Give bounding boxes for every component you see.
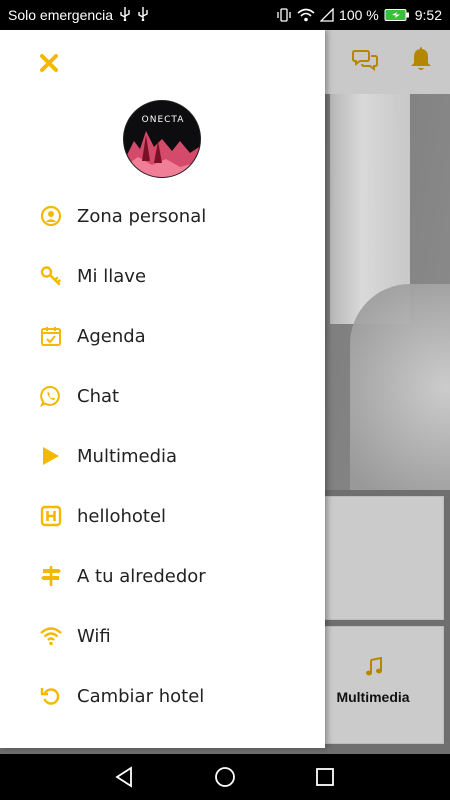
play-icon bbox=[40, 445, 62, 467]
status-bar: Solo emergencia 100 % 9:52 bbox=[0, 0, 450, 30]
hero-bed-shape bbox=[350, 284, 450, 490]
hotel-h-icon bbox=[40, 505, 62, 527]
chat-bubbles-icon[interactable] bbox=[352, 48, 378, 77]
menu-item-label: Cambiar hotel bbox=[77, 686, 205, 707]
menu-item-label: hellohotel bbox=[77, 506, 167, 527]
status-right: 100 % 9:52 bbox=[276, 7, 442, 23]
system-nav-bar bbox=[0, 754, 450, 800]
menu-item-label: Multimedia bbox=[77, 446, 178, 467]
calendar-check-icon bbox=[40, 325, 62, 347]
battery-percent: 100 % bbox=[339, 7, 379, 23]
menu-item-agenda[interactable]: Agenda bbox=[0, 306, 325, 366]
back-icon[interactable] bbox=[114, 766, 136, 793]
menu-item-multimedia[interactable]: Multimedia bbox=[0, 426, 325, 486]
user-circle-icon bbox=[40, 205, 62, 227]
home-icon[interactable] bbox=[214, 766, 236, 793]
recent-apps-icon[interactable] bbox=[314, 766, 336, 793]
close-icon[interactable] bbox=[38, 52, 60, 74]
menu-item-label: Zona personal bbox=[77, 206, 207, 227]
battery-icon bbox=[384, 8, 410, 22]
menu-item-a-tu-alrededor[interactable]: A tu alrededor bbox=[0, 546, 325, 606]
menu-item-hellohotel[interactable]: hellohotel bbox=[0, 486, 325, 546]
menu-item-label: Mi llave bbox=[77, 266, 147, 287]
bell-icon[interactable] bbox=[408, 45, 434, 78]
menu-item-cambiar-hotel[interactable]: Cambiar hotel bbox=[0, 666, 325, 726]
wifi-status-icon bbox=[297, 8, 315, 22]
usb-icon bbox=[119, 6, 131, 24]
usb-icon bbox=[137, 6, 149, 24]
status-left: Solo emergencia bbox=[8, 6, 149, 24]
drawer-menu: Zona personal Mi llave Agenda Chat Multi… bbox=[0, 186, 325, 726]
menu-item-wifi[interactable]: Wifi bbox=[0, 606, 325, 666]
menu-item-label: Chat bbox=[77, 386, 120, 407]
navigation-drawer: ONECTA Zona personal Mi llave Agenda Cha… bbox=[0, 30, 325, 748]
clock: 9:52 bbox=[414, 7, 442, 23]
carrier-text: Solo emergencia bbox=[8, 7, 114, 23]
signal-icon bbox=[320, 8, 334, 22]
key-icon bbox=[40, 265, 62, 287]
menu-item-label: A tu alrededor bbox=[77, 566, 206, 587]
music-note-icon bbox=[365, 656, 383, 682]
menu-item-label: Wifi bbox=[77, 626, 111, 647]
menu-item-zona-personal[interactable]: Zona personal bbox=[0, 186, 325, 246]
whatsapp-icon bbox=[40, 385, 62, 407]
wifi-icon bbox=[40, 625, 62, 647]
signpost-icon bbox=[40, 565, 62, 587]
menu-item-chat[interactable]: Chat bbox=[0, 366, 325, 426]
menu-item-label: Agenda bbox=[77, 326, 146, 347]
vibrate-icon bbox=[276, 8, 292, 22]
menu-item-mi-llave[interactable]: Mi llave bbox=[0, 246, 325, 306]
hotel-logo: ONECTA bbox=[123, 100, 201, 178]
refresh-icon bbox=[40, 685, 62, 707]
